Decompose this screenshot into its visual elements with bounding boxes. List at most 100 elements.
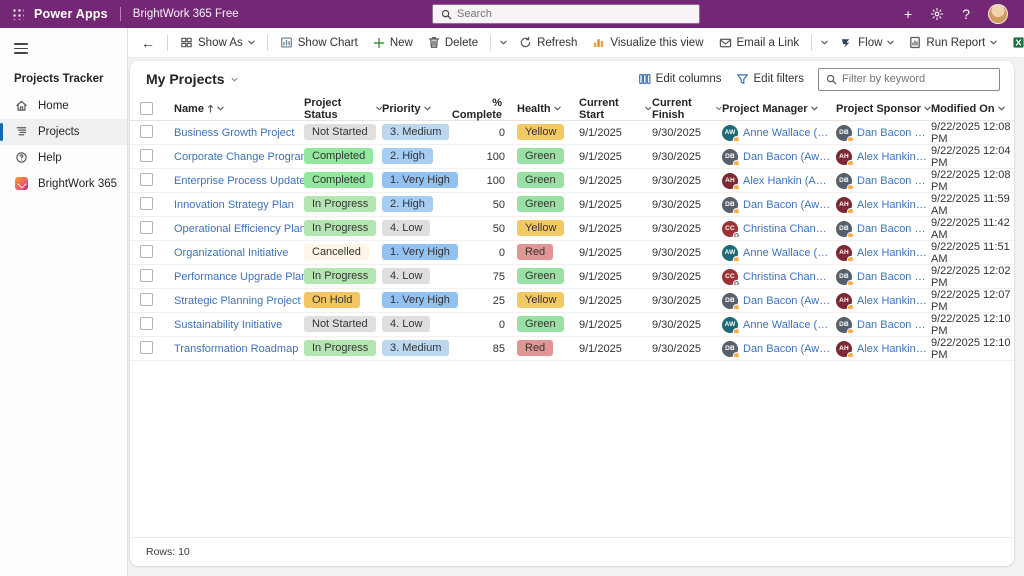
table-row[interactable]: Strategic Planning Project On Hold 1. Ve… (130, 289, 1014, 313)
waffle-menu-icon[interactable] (12, 8, 24, 20)
project-manager-link[interactable]: Anne Wallace (Away) (743, 319, 832, 331)
select-all-checkbox[interactable] (140, 102, 153, 115)
row-checkbox[interactable] (140, 269, 153, 282)
chevron-down-icon (924, 106, 931, 111)
sidebar-item-home[interactable]: Home (0, 93, 127, 119)
flow-button[interactable]: Flow (833, 34, 901, 52)
sidebar-item-help[interactable]: Help (0, 145, 127, 171)
table-row[interactable]: Sustainability Initiative Not Started 4.… (130, 313, 1014, 337)
user-avatar[interactable] (988, 4, 1008, 24)
column-header-name[interactable]: Name (174, 103, 304, 115)
project-name-link[interactable]: Operational Efficiency Plan (174, 223, 306, 235)
project-manager-link[interactable]: Christina Chang (Offline) (743, 223, 832, 235)
project-name-link[interactable]: Corporate Change Program (174, 151, 310, 163)
project-name-link[interactable]: Sustainability Initiative (174, 319, 282, 331)
project-manager-link[interactable]: Dan Bacon (Away) (743, 151, 832, 163)
row-checkbox[interactable] (140, 221, 153, 234)
global-search[interactable] (432, 4, 700, 24)
table-row[interactable]: Transformation Roadmap In Progress 3. Me… (130, 337, 1014, 361)
project-sponsor-link[interactable]: Dan Bacon (Away) (857, 271, 927, 283)
chevron-down-icon[interactable] (231, 77, 238, 82)
table-row[interactable]: Innovation Strategy Plan In Progress 2. … (130, 193, 1014, 217)
project-name-link[interactable]: Strategic Planning Project (174, 295, 301, 307)
environment-name[interactable]: BrightWork 365 Free (133, 8, 239, 20)
excel-templates-button[interactable]: Excel Templates (1005, 33, 1024, 52)
table-row[interactable]: Enterprise Process Update Completed 1. V… (130, 169, 1014, 193)
column-header-modified-on[interactable]: Modified On (931, 103, 1014, 115)
back-button[interactable]: ← (134, 32, 162, 54)
row-checkbox[interactable] (140, 197, 153, 210)
table-row[interactable]: Business Growth Project Not Started 3. M… (130, 121, 1014, 145)
column-header-current-finish[interactable]: Current Finish (652, 97, 722, 121)
app-name[interactable]: Power Apps (34, 7, 108, 21)
email-link-button[interactable]: Email a Link (712, 34, 807, 52)
modified-on-value: 9/22/2025 12:08 PM (931, 169, 1014, 193)
project-name-link[interactable]: Performance Upgrade Plan (174, 271, 307, 283)
project-sponsor-link[interactable]: Alex Hankin (Away) (857, 295, 927, 307)
project-sponsor-link[interactable]: Dan Bacon (Away) (857, 319, 927, 331)
row-checkbox[interactable] (140, 245, 153, 258)
project-name-link[interactable]: Business Growth Project (174, 127, 294, 139)
project-name-link[interactable]: Transformation Roadmap (174, 343, 298, 355)
project-sponsor-link[interactable]: Alex Hankin (Away) (857, 199, 927, 211)
project-name-link[interactable]: Enterprise Process Update (174, 175, 305, 187)
edit-columns-button[interactable]: Edit columns (638, 73, 722, 85)
new-button[interactable]: New (366, 34, 420, 52)
row-checkbox[interactable] (140, 125, 153, 138)
project-sponsor-link[interactable]: Dan Bacon (Away) (857, 175, 927, 187)
project-sponsor-link[interactable]: Alex Hankin (Away) (857, 343, 927, 355)
settings-gear-icon[interactable] (930, 7, 944, 21)
row-checkbox[interactable] (140, 317, 153, 330)
row-checkbox[interactable] (140, 149, 153, 162)
column-header-priority[interactable]: Priority (382, 103, 459, 115)
overflow-chevron-button[interactable] (496, 37, 511, 48)
delete-button[interactable]: Delete (421, 33, 485, 52)
project-name-link[interactable]: Organizational Initiative (174, 247, 288, 259)
table-row[interactable]: Operational Efficiency Plan In Progress … (130, 217, 1014, 241)
table-header: Name Project Status Priority % Complete … (130, 97, 1014, 121)
keyword-filter[interactable] (818, 68, 1000, 91)
project-sponsor-link[interactable]: Dan Bacon (Away) (857, 127, 927, 139)
project-manager-link[interactable]: Dan Bacon (Away) (743, 343, 832, 355)
project-manager-link[interactable]: Anne Wallace (Away) (743, 127, 832, 139)
add-icon[interactable]: + (904, 7, 912, 21)
project-manager-link[interactable]: Dan Bacon (Away) (743, 295, 832, 307)
row-checkbox[interactable] (140, 293, 153, 306)
priority-badge: 2. High (382, 196, 433, 212)
current-start-value: 9/1/2025 (579, 199, 652, 211)
project-sponsor-link[interactable]: Alex Hankin (Away) (857, 247, 927, 259)
global-search-input[interactable] (457, 8, 657, 20)
hamburger-icon[interactable] (14, 40, 28, 57)
project-manager-link[interactable]: Dan Bacon (Away) (743, 199, 832, 211)
row-checkbox[interactable] (140, 173, 153, 186)
show-chart-button[interactable]: Show Chart (273, 33, 365, 52)
table-row[interactable]: Corporate Change Program Completed 2. Hi… (130, 145, 1014, 169)
table-row[interactable]: Performance Upgrade Plan In Progress 4. … (130, 265, 1014, 289)
row-checkbox[interactable] (140, 341, 153, 354)
edit-filters-button[interactable]: Edit filters (736, 73, 805, 85)
view-selector[interactable]: My Projects (146, 71, 225, 87)
project-manager-link[interactable]: Alex Hankin (Away) (743, 175, 832, 187)
refresh-icon (519, 36, 532, 49)
column-header-status[interactable]: Project Status (304, 97, 382, 121)
project-sponsor-link[interactable]: Dan Bacon (Away) (857, 223, 927, 235)
project-sponsor-link[interactable]: Alex Hankin (Away) (857, 151, 927, 163)
keyword-filter-input[interactable] (842, 73, 982, 85)
project-name-link[interactable]: Innovation Strategy Plan (174, 199, 294, 211)
project-manager-link[interactable]: Anne Wallace (Away) (743, 247, 832, 259)
sidebar-item-brightwork[interactable]: BrightWork 365 (0, 171, 127, 197)
column-header-project-sponsor[interactable]: Project Sponsor (836, 103, 931, 115)
refresh-button[interactable]: Refresh (512, 33, 584, 52)
overflow-chevron-button[interactable] (817, 37, 832, 48)
column-header-project-manager[interactable]: Project Manager (722, 103, 836, 115)
sidebar-item-projects[interactable]: Projects (0, 119, 127, 145)
project-manager-link[interactable]: Christina Chang (Offline) (743, 271, 832, 283)
table-row[interactable]: Organizational Initiative Cancelled 1. V… (130, 241, 1014, 265)
run-report-button[interactable]: Run Report (902, 33, 1004, 52)
column-header-current-start[interactable]: Current Start (579, 97, 652, 121)
help-icon[interactable]: ? (962, 7, 970, 21)
column-header-complete[interactable]: % Complete (459, 97, 517, 121)
visualize-view-button[interactable]: Visualize this view (585, 33, 710, 52)
column-header-health[interactable]: Health (517, 103, 579, 115)
show-as-button[interactable]: Show As (173, 33, 262, 52)
